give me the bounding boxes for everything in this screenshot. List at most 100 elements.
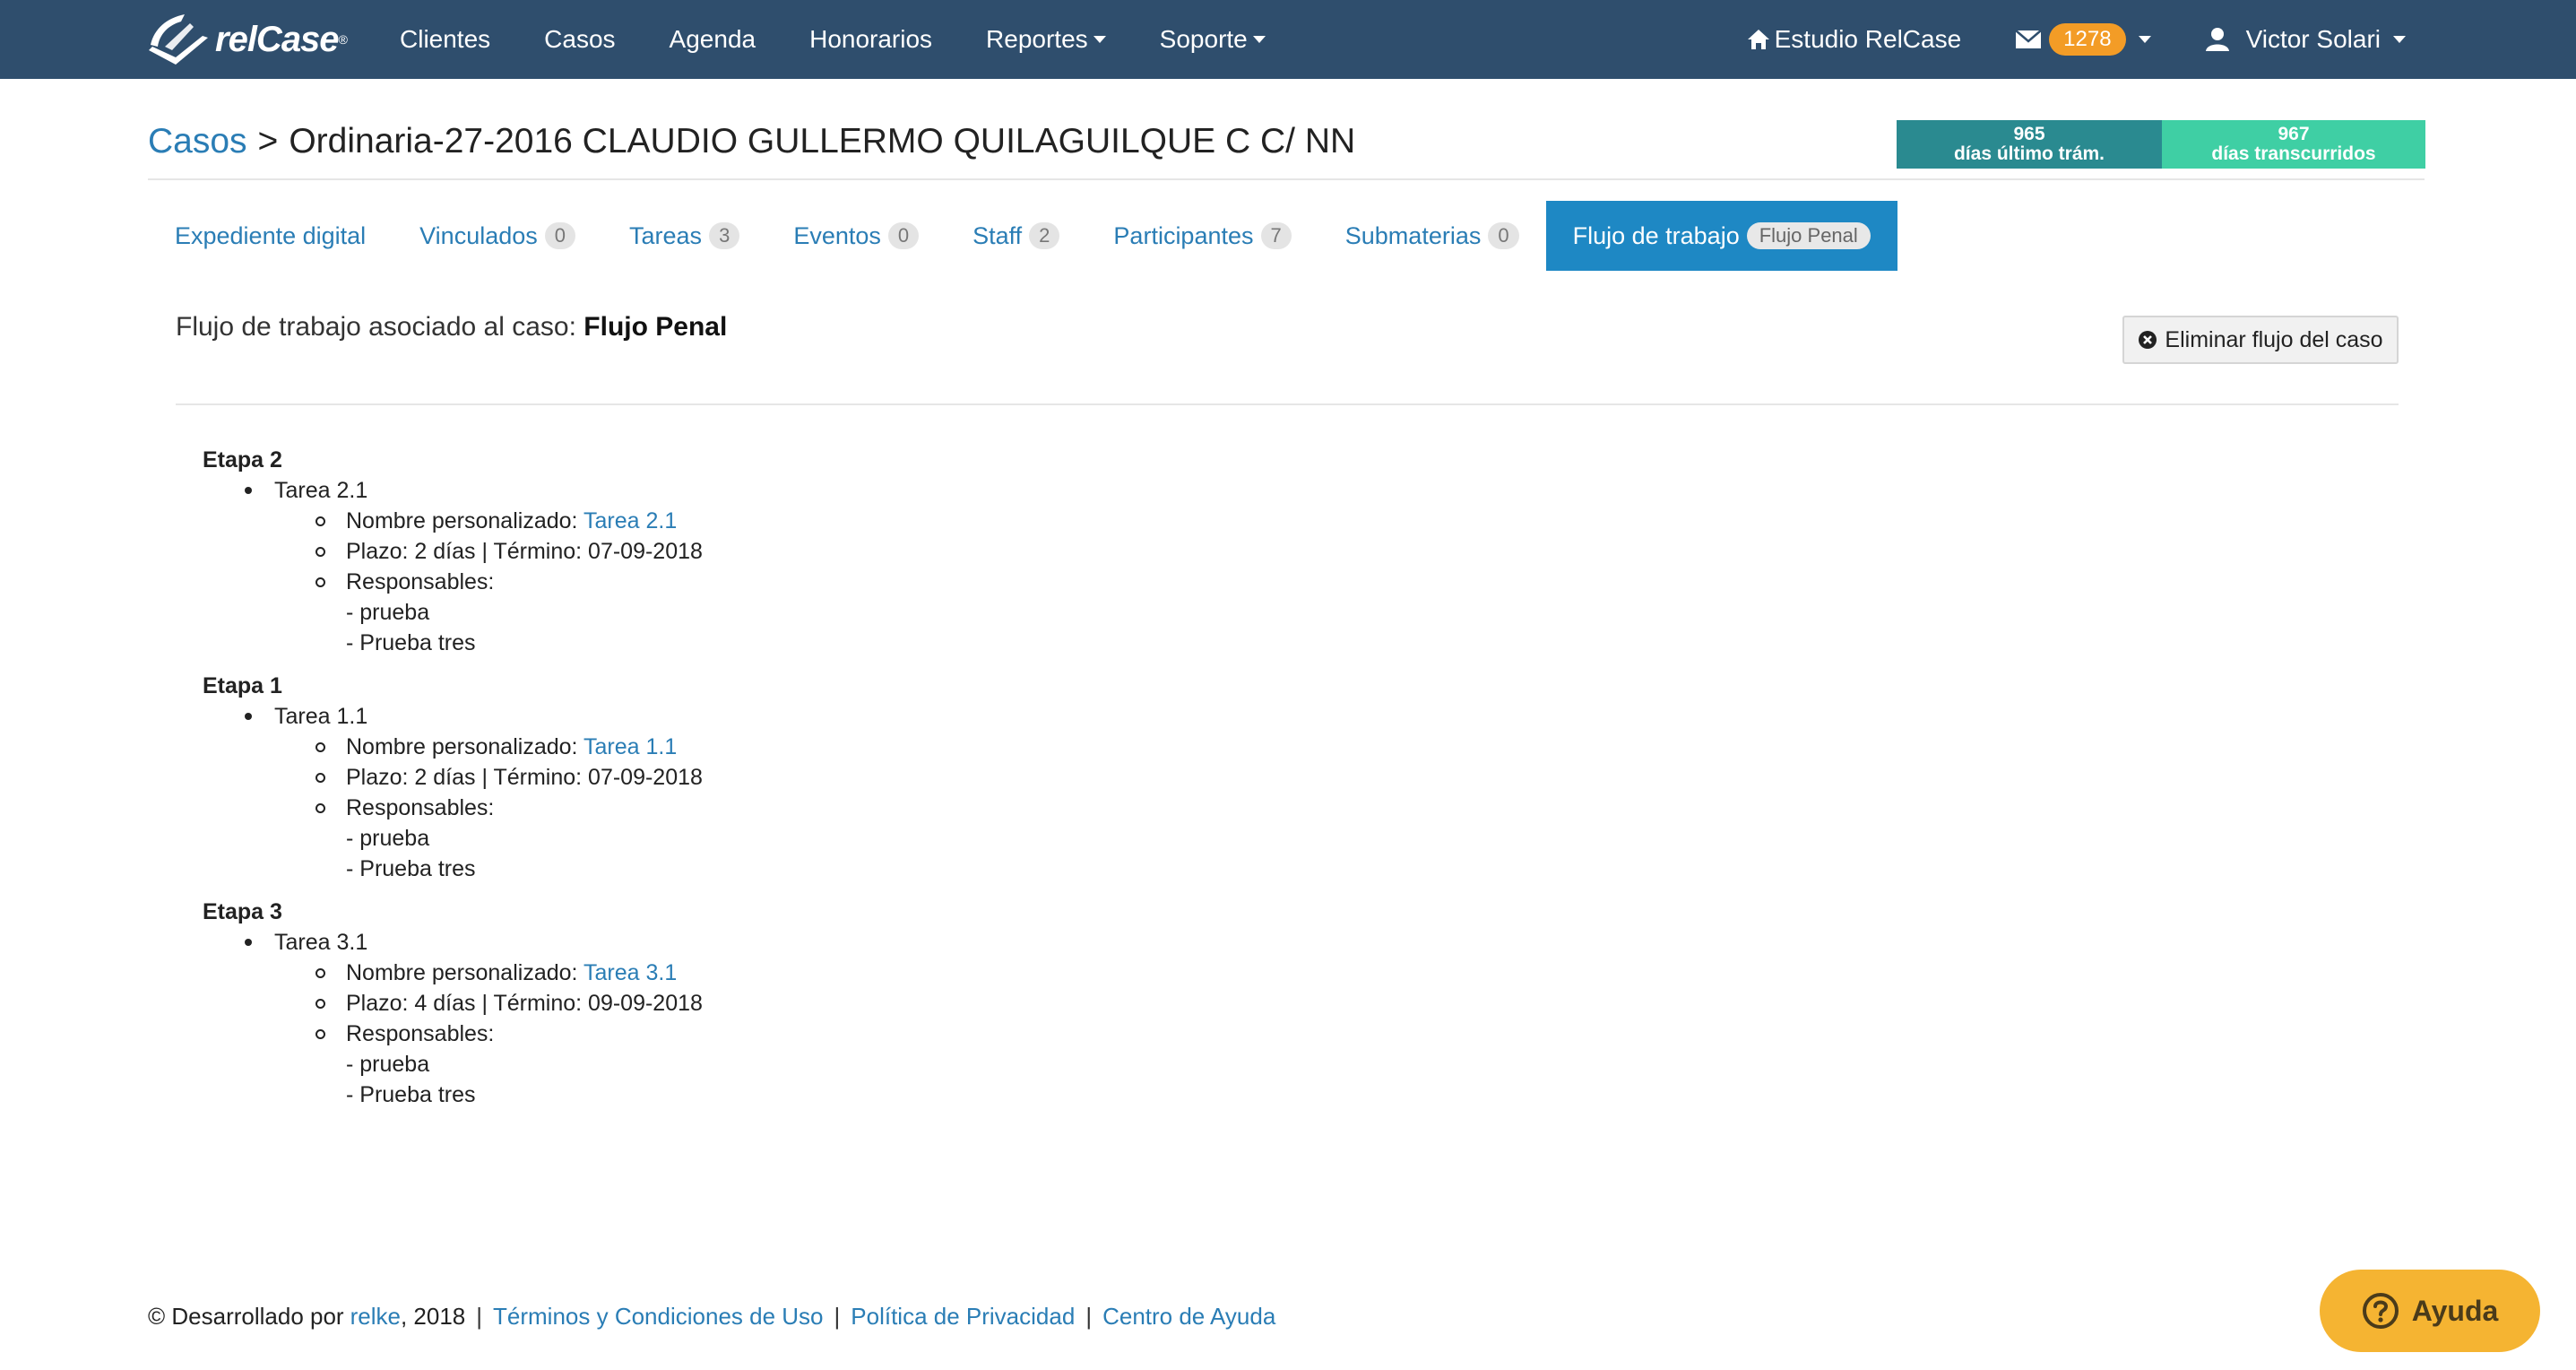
title-divider xyxy=(148,178,2425,180)
caret-down-icon xyxy=(2138,36,2151,43)
user-icon xyxy=(2205,27,2230,52)
breadcrumb-separator: > xyxy=(257,122,279,160)
nav-honorarios[interactable]: Honorarios xyxy=(782,0,959,79)
breadcrumb: Casos > Ordinaria-27-2016 CLAUDIO GULLER… xyxy=(148,115,1355,169)
tab-label: Vinculados xyxy=(419,221,538,249)
content-divider xyxy=(176,403,2399,405)
workflow-stages: Etapa 2 Tarea 2.1 Nombre personalizado: … xyxy=(203,445,703,1115)
task-deadline: Plazo: 2 días | Término: 07-09-2018 xyxy=(203,536,703,567)
custom-name-label: Nombre personalizado: xyxy=(346,734,578,759)
studio-link[interactable]: Estudio RelCase xyxy=(1719,0,1989,79)
question-circle-icon xyxy=(2362,1293,2399,1329)
stage-title: Etapa 2 xyxy=(203,447,282,473)
case-tabs: Expediente digital Vinculados 0 Tareas 3… xyxy=(148,201,1897,271)
footer: © Desarrollado por relke , 2018 | Términ… xyxy=(148,1298,1275,1334)
tab-count-badge: 0 xyxy=(544,222,576,249)
copyright-prefix: © Desarrollado por xyxy=(148,1302,344,1330)
tab-flujo-de-trabajo[interactable]: Flujo de trabajo Flujo Penal xyxy=(1545,201,1897,271)
tab-staff[interactable]: Staff 2 xyxy=(946,201,1086,271)
task-custom-name: Nombre personalizado: Tarea 1.1 xyxy=(203,732,703,762)
messages-dropdown[interactable]: 1278 xyxy=(1988,0,2177,79)
nav-casos[interactable]: Casos xyxy=(517,0,642,79)
home-icon xyxy=(1746,27,1771,52)
task-deadline: Plazo: 2 días | Término: 07-09-2018 xyxy=(203,762,703,793)
days-elapsed-label: días transcurridos xyxy=(2211,143,2376,164)
caret-down-icon xyxy=(2393,36,2406,43)
tab-eventos[interactable]: Eventos 0 xyxy=(766,201,946,271)
nav-casos-label: Casos xyxy=(544,25,616,53)
task-deadline: Plazo: 4 días | Término: 09-09-2018 xyxy=(203,988,703,1019)
tab-expediente-digital[interactable]: Expediente digital xyxy=(148,201,393,271)
brand-logo[interactable]: relCase ® xyxy=(145,9,351,70)
stage: Etapa 3 Tarea 3.1 Nombre personalizado: … xyxy=(203,897,703,1110)
responsable-item: - prueba xyxy=(346,600,430,625)
stage-title: Etapa 3 xyxy=(203,899,282,924)
help-widget-button[interactable]: Ayuda xyxy=(2320,1270,2540,1352)
responsable-item: - prueba xyxy=(346,1052,430,1077)
workflow-name: Flujo Penal xyxy=(583,312,728,342)
responsable-item: - prueba xyxy=(346,826,430,851)
tab-submaterias[interactable]: Submaterias 0 xyxy=(1318,201,1546,271)
tab-count-badge: 7 xyxy=(1260,222,1292,249)
task-responsables-label: Responsables: xyxy=(203,567,703,597)
nav-honorarios-label: Honorarios xyxy=(809,25,933,53)
tab-label: Eventos xyxy=(793,221,881,249)
days-last-procedure-stat: 965 días último trám. xyxy=(1897,120,2162,169)
task-item: Tarea 3.1 xyxy=(203,927,703,958)
footer-separator: | xyxy=(834,1302,841,1330)
responsable-item: - Prueba tres xyxy=(346,856,476,881)
workflow-heading: Flujo de trabajo asociado al caso: Flujo… xyxy=(176,312,727,342)
custom-name-link[interactable]: Tarea 1.1 xyxy=(583,734,677,759)
task-responsables-label: Responsables: xyxy=(203,1019,703,1049)
tab-participantes[interactable]: Participantes 7 xyxy=(1086,201,1318,271)
days-last-procedure-label: días último trám. xyxy=(1953,143,2105,164)
brand-registered-mark: ® xyxy=(338,32,348,47)
nav-reportes-dropdown[interactable]: Reportes xyxy=(959,0,1133,79)
custom-name-link[interactable]: Tarea 2.1 xyxy=(583,508,677,533)
footer-separator: | xyxy=(476,1302,483,1330)
user-nav: Estudio RelCase 1278 Victor Solari xyxy=(1719,0,2433,79)
stage-title: Etapa 1 xyxy=(203,673,282,698)
tab-count-badge: 3 xyxy=(709,222,740,249)
workflow-heading-prefix: Flujo de trabajo asociado al caso: xyxy=(176,312,576,342)
custom-name-label: Nombre personalizado: xyxy=(346,508,578,533)
main-nav: Clientes Casos Agenda Honorarios Reporte… xyxy=(373,0,1292,79)
envelope-icon xyxy=(2015,29,2042,50)
responsable-item: - Prueba tres xyxy=(346,630,476,655)
stage: Etapa 1 Tarea 1.1 Nombre personalizado: … xyxy=(203,671,703,884)
breadcrumb-casos-link[interactable]: Casos xyxy=(148,122,247,161)
tab-tareas[interactable]: Tareas 3 xyxy=(602,201,766,271)
task-responsables-label: Responsables: xyxy=(203,793,703,823)
tab-label: Participantes xyxy=(1113,221,1254,249)
studio-name: Estudio RelCase xyxy=(1774,25,1962,53)
nav-reportes-label: Reportes xyxy=(986,25,1088,53)
company-link[interactable]: relke xyxy=(350,1303,401,1331)
nav-clientes[interactable]: Clientes xyxy=(373,0,517,79)
task-item: Tarea 1.1 xyxy=(203,701,703,732)
days-last-procedure-value: 965 xyxy=(2013,124,2045,144)
nav-soporte-dropdown[interactable]: Soporte xyxy=(1133,0,1292,79)
tab-count-badge: 0 xyxy=(887,222,920,249)
tab-workflow-badge: Flujo Penal xyxy=(1746,222,1871,249)
caret-down-icon xyxy=(1252,36,1266,43)
terms-link[interactable]: Términos y Condiciones de Uso xyxy=(493,1303,824,1331)
copyright-year: , 2018 xyxy=(400,1302,466,1330)
page-title: Ordinaria-27-2016 CLAUDIO GULLERMO QUILA… xyxy=(289,122,1356,160)
footer-separator: | xyxy=(1085,1302,1093,1330)
user-name: Victor Solari xyxy=(2245,25,2381,53)
custom-name-link[interactable]: Tarea 3.1 xyxy=(583,960,677,985)
user-menu-dropdown[interactable]: Victor Solari xyxy=(2178,0,2433,79)
caret-down-icon xyxy=(1093,36,1106,43)
tab-label: Tareas xyxy=(629,221,703,249)
tab-count-badge: 0 xyxy=(1488,222,1519,249)
delete-workflow-button[interactable]: Eliminar flujo del caso xyxy=(2122,316,2399,364)
privacy-link[interactable]: Política de Privacidad xyxy=(851,1303,1075,1331)
tab-vinculados[interactable]: Vinculados 0 xyxy=(393,201,602,271)
tab-count-badge: 2 xyxy=(1029,222,1060,249)
help-center-link[interactable]: Centro de Ayuda xyxy=(1102,1303,1275,1331)
nav-soporte-label: Soporte xyxy=(1159,25,1248,53)
tab-label: Expediente digital xyxy=(175,221,367,249)
help-label: Ayuda xyxy=(2411,1294,2499,1327)
tab-label: Submaterias xyxy=(1344,221,1482,249)
nav-agenda[interactable]: Agenda xyxy=(643,0,783,79)
